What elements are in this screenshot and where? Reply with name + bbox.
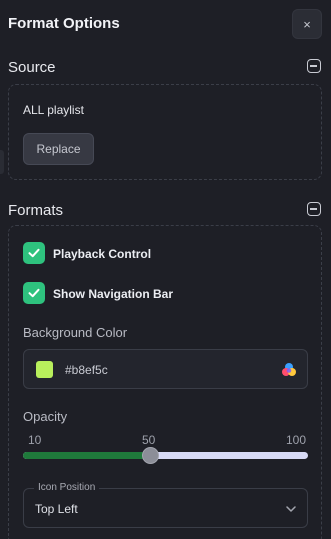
replace-button[interactable]: Replace <box>23 133 94 165</box>
resize-handle[interactable] <box>0 150 4 174</box>
panel-header: Format Options × <box>0 0 331 48</box>
source-collapse-button[interactable] <box>307 59 321 73</box>
format-options-panel: Format Options × Source ALL playlist Rep… <box>0 0 331 539</box>
source-section-title: Source <box>8 59 56 76</box>
icon-position-legend: Icon Position <box>34 482 100 493</box>
check-icon <box>28 248 40 258</box>
close-icon: × <box>303 16 311 32</box>
formats-section-title: Formats <box>8 202 64 219</box>
color-swatch[interactable] <box>36 361 53 378</box>
opacity-current-label: 50 <box>142 433 156 447</box>
opacity-max-label: 100 <box>286 433 307 447</box>
source-box <box>8 84 322 180</box>
palette-icon[interactable] <box>281 362 297 378</box>
playback-control-label: Playback Control <box>53 247 152 261</box>
playback-control-checkbox[interactable] <box>23 242 45 264</box>
chevron-down-icon <box>286 506 296 512</box>
opacity-label: Opacity <box>23 409 68 424</box>
opacity-slider-fill <box>23 452 150 459</box>
playlist-label: ALL playlist <box>23 103 84 117</box>
opacity-min-label: 10 <box>28 433 42 447</box>
show-navigation-bar-checkbox[interactable] <box>23 282 45 304</box>
close-button[interactable]: × <box>292 9 322 39</box>
show-navigation-bar-label: Show Navigation Bar <box>53 287 174 301</box>
formats-collapse-button[interactable] <box>307 202 321 216</box>
check-icon <box>28 288 40 298</box>
icon-position-value: Top Left <box>35 502 78 516</box>
background-color-label: Background Color <box>23 325 128 340</box>
background-color-input[interactable]: #b8ef5c <box>23 349 308 389</box>
icon-position-select[interactable]: Icon Position Top Left <box>23 482 308 528</box>
color-value: #b8ef5c <box>65 363 108 377</box>
panel-title: Format Options <box>8 15 120 32</box>
opacity-slider-track[interactable] <box>23 452 308 459</box>
opacity-slider-thumb[interactable] <box>142 447 159 464</box>
